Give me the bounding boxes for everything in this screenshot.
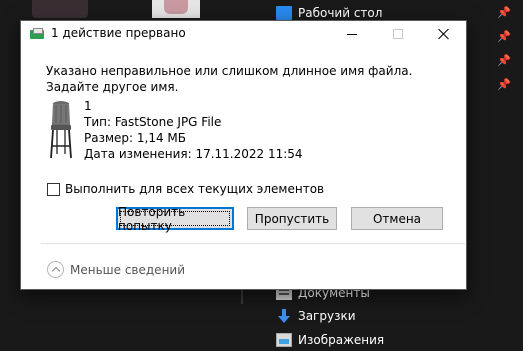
file-thumbnail[interactable]	[32, 0, 88, 18]
nav-item-label: Рабочий стол	[298, 6, 383, 20]
file-modified-date: Дата изменения: 17.11.2022 11:54	[84, 147, 303, 161]
retry-button[interactable]: Повторить попытку	[116, 205, 234, 233]
file-thumbnail-icon	[50, 101, 72, 159]
error-dialog: 1 действие прервано Указано неправильное…	[20, 20, 467, 290]
file-size: Размер: 1,14 МБ	[84, 131, 186, 145]
maximize-button[interactable]	[376, 21, 420, 47]
apply-to-all-checkbox[interactable]: Выполнить для всех текущих элементов	[47, 182, 324, 196]
focus-rect	[120, 211, 230, 226]
downloads-icon	[276, 309, 292, 323]
less-details-label: Меньше сведений	[70, 262, 186, 277]
pictures-icon	[276, 333, 292, 347]
minimize-icon	[347, 33, 357, 35]
desktop-icon	[276, 6, 292, 20]
error-message-line: Указано неправильное или слишком длинное…	[46, 64, 413, 78]
pin-icon[interactable]: 📌	[497, 79, 511, 91]
nav-item-label: Загрузки	[298, 309, 356, 323]
divider	[41, 243, 465, 244]
pin-icon[interactable]: 📌	[497, 55, 511, 67]
nav-item-downloads[interactable]: Загрузки	[276, 305, 356, 327]
file-name: 1	[84, 99, 92, 113]
chair-image	[164, 0, 188, 14]
dialog-title: 1 действие прервано	[51, 26, 186, 40]
apply-to-all-label: Выполнить для всех текущих элементов	[65, 182, 325, 196]
skip-button[interactable]: Пропустить	[247, 207, 337, 230]
error-message-line: Задайте другое имя.	[46, 80, 179, 94]
pin-icon[interactable]: 📌	[497, 31, 511, 43]
minimize-button[interactable]	[330, 21, 374, 47]
title-bar[interactable]: 1 действие прервано	[21, 21, 466, 47]
close-button[interactable]	[422, 21, 466, 47]
nav-item-pictures[interactable]: Изображения	[276, 329, 384, 351]
less-details-toggle[interactable]: Меньше сведений	[47, 261, 185, 278]
chevron-up-icon	[47, 261, 64, 278]
nav-item-label: Изображения	[298, 333, 385, 347]
file-details: 1 Тип: FastStone JPG File Размер: 1,14 М…	[84, 98, 303, 162]
pin-icon[interactable]: 📌	[497, 7, 511, 19]
cancel-button-label: Отмена	[372, 211, 422, 226]
file-operation-icon	[30, 28, 46, 40]
file-type: Тип: FastStone JPG File	[84, 115, 222, 129]
scrollbar[interactable]	[241, 290, 243, 304]
skip-button-label: Пропустить	[254, 211, 330, 226]
maximize-icon	[393, 29, 403, 39]
cancel-button[interactable]: Отмена	[351, 207, 443, 230]
error-message: Указано неправильное или слишком длинное…	[46, 63, 446, 95]
file-thumbnail[interactable]	[152, 0, 200, 18]
close-icon	[438, 28, 450, 40]
checkbox-box[interactable]	[47, 182, 60, 196]
